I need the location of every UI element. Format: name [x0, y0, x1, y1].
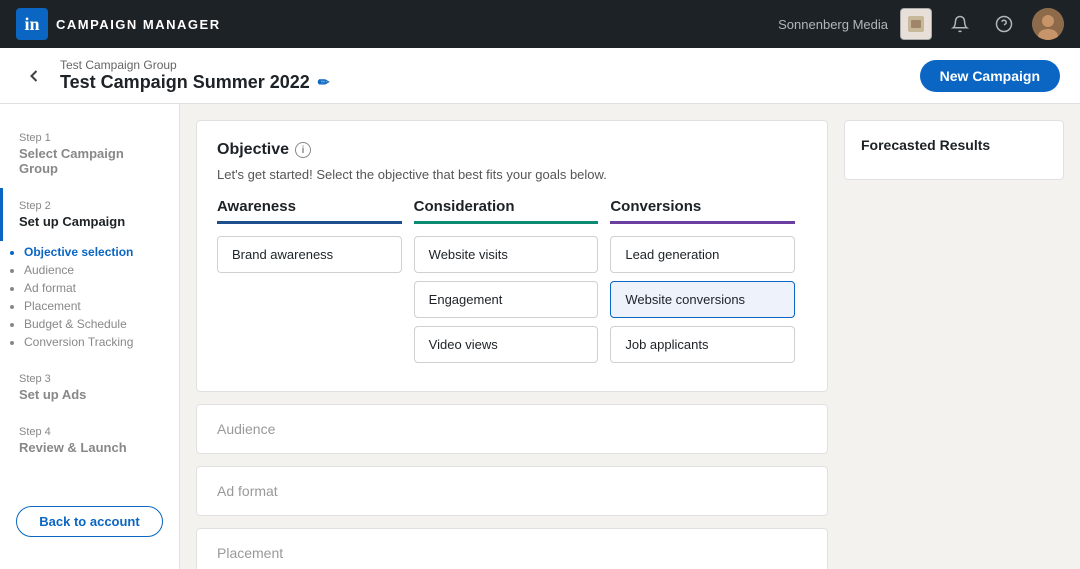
- brand-awareness-option[interactable]: Brand awareness: [217, 236, 402, 273]
- job-applicants-option[interactable]: Job applicants: [610, 326, 795, 363]
- conversions-header: Conversions: [610, 198, 795, 224]
- step2-title: Set up Campaign: [19, 214, 163, 229]
- website-conversions-option[interactable]: Website conversions: [610, 281, 795, 318]
- sidebar-steps: Step 1 Select Campaign Group Step 2 Set …: [0, 120, 179, 490]
- objective-info-icon[interactable]: i: [295, 142, 311, 158]
- app-title: CAMPAIGN MANAGER: [56, 17, 221, 32]
- back-arrow-icon[interactable]: [20, 62, 48, 90]
- consideration-column: Consideration Website visits Engagement …: [414, 198, 611, 371]
- objective-header: Objective i: [217, 141, 807, 159]
- objective-card: Objective i Let's get started! Select th…: [196, 120, 828, 392]
- sidebar-step-4: Step 4 Review & Launch: [0, 414, 179, 467]
- topnav-right: Sonnenberg Media: [778, 8, 1064, 40]
- engagement-option[interactable]: Engagement: [414, 281, 599, 318]
- header-left: Test Campaign Group Test Campaign Summer…: [20, 58, 330, 93]
- substeps-list: Objective selection Audience Ad format P…: [0, 241, 179, 361]
- placement-section[interactable]: Placement: [196, 528, 828, 569]
- conversions-column: Conversions Lead generation Website conv…: [610, 198, 807, 371]
- objective-subtitle: Let's get started! Select the objective …: [217, 167, 807, 182]
- campaign-group-label: Test Campaign Group: [60, 58, 330, 72]
- awareness-header: Awareness: [217, 198, 402, 224]
- lead-generation-option[interactable]: Lead generation: [610, 236, 795, 273]
- sidebar: Step 1 Select Campaign Group Step 2 Set …: [0, 104, 180, 569]
- header-bar: Test Campaign Group Test Campaign Summer…: [0, 48, 1080, 104]
- substep-audience[interactable]: Audience: [24, 263, 163, 277]
- new-campaign-button[interactable]: New Campaign: [920, 60, 1060, 92]
- topnav-left: in CAMPAIGN MANAGER: [16, 8, 221, 40]
- sidebar-step-2: Step 2 Set up Campaign: [0, 188, 179, 241]
- substep-objective[interactable]: Objective selection: [24, 245, 163, 259]
- forecasted-title: Forecasted Results: [861, 137, 1047, 153]
- header-titles: Test Campaign Group Test Campaign Summer…: [60, 58, 330, 93]
- top-navigation: in CAMPAIGN MANAGER Sonnenberg Media: [0, 0, 1080, 48]
- account-logo-icon[interactable]: [900, 8, 932, 40]
- forecasted-card: Forecasted Results: [844, 120, 1064, 180]
- edit-campaign-name-icon[interactable]: ✏: [318, 74, 330, 91]
- account-name: Sonnenberg Media: [778, 17, 888, 32]
- main-layout: Step 1 Select Campaign Group Step 2 Set …: [0, 104, 1080, 569]
- help-button[interactable]: [988, 8, 1020, 40]
- consideration-header: Consideration: [414, 198, 599, 224]
- linkedin-logo-icon: in: [16, 8, 48, 40]
- step1-title: Select Campaign Group: [19, 146, 163, 176]
- notifications-button[interactable]: [944, 8, 976, 40]
- content-area: Objective i Let's get started! Select th…: [180, 104, 1080, 569]
- substep-adformat[interactable]: Ad format: [24, 281, 163, 295]
- back-to-account-button[interactable]: Back to account: [16, 506, 163, 537]
- sidebar-step-3: Step 3 Set up Ads: [0, 361, 179, 414]
- objective-title: Objective: [217, 141, 289, 159]
- sidebar-footer: Back to account: [0, 490, 179, 553]
- objective-columns: Awareness Brand awareness Consideration …: [217, 198, 807, 371]
- awareness-column: Awareness Brand awareness: [217, 198, 414, 371]
- sidebar-step-1: Step 1 Select Campaign Group: [0, 120, 179, 188]
- step1-number: Step 1: [19, 132, 163, 144]
- website-visits-option[interactable]: Website visits: [414, 236, 599, 273]
- step4-title: Review & Launch: [19, 440, 163, 455]
- substep-placement[interactable]: Placement: [24, 299, 163, 313]
- main-content: Objective i Let's get started! Select th…: [196, 120, 828, 553]
- step2-number: Step 2: [19, 200, 163, 212]
- step3-title: Set up Ads: [19, 387, 163, 402]
- right-panel: Forecasted Results: [844, 120, 1064, 553]
- campaign-name-title: Test Campaign Summer 2022 ✏: [60, 72, 330, 93]
- ad-format-section[interactable]: Ad format: [196, 466, 828, 516]
- step4-number: Step 4: [19, 426, 163, 438]
- audience-section[interactable]: Audience: [196, 404, 828, 454]
- user-avatar[interactable]: [1032, 8, 1064, 40]
- step3-number: Step 3: [19, 373, 163, 385]
- video-views-option[interactable]: Video views: [414, 326, 599, 363]
- substep-conversion[interactable]: Conversion Tracking: [24, 335, 163, 349]
- substep-budget[interactable]: Budget & Schedule: [24, 317, 163, 331]
